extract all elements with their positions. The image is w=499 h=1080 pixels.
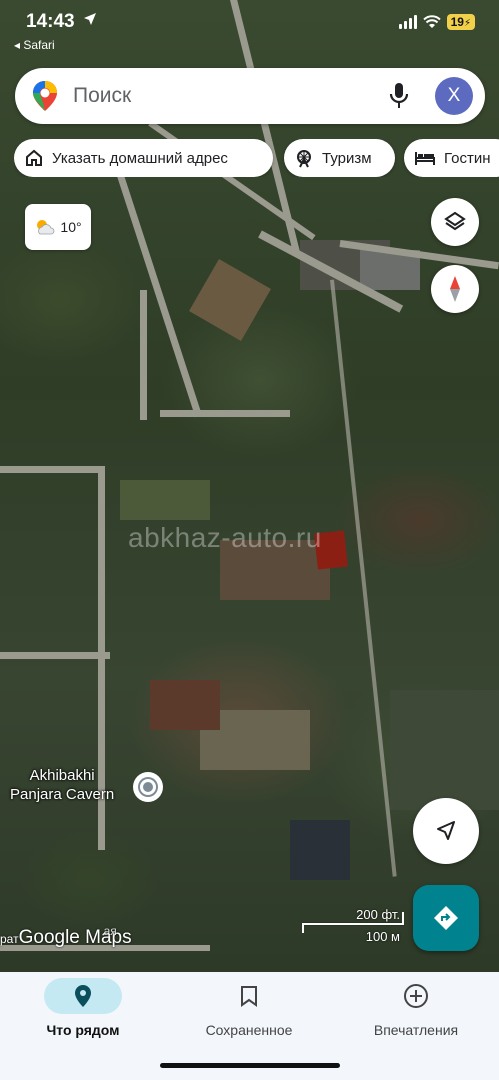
- layers-icon: [444, 211, 466, 231]
- chip-tourism[interactable]: Туризм: [284, 139, 395, 177]
- avatar[interactable]: X: [435, 77, 473, 115]
- location-arrow-icon: [83, 12, 97, 30]
- nav-label: Впечатления: [373, 1022, 459, 1038]
- nav-label: Сохраненное: [205, 1022, 293, 1038]
- bottom-navigation: Что рядом Сохраненное Впечатления: [0, 972, 499, 1080]
- battery-level: 19: [450, 15, 464, 29]
- status-icons: 19⚡: [398, 14, 475, 30]
- place-name-line2: Panjara Cavern: [10, 786, 115, 803]
- status-time: 14:43: [26, 11, 75, 32]
- category-chips: Указать домашний адрес Туризм Гостин: [14, 139, 499, 177]
- status-bar: 14:43 ◂ Safari 19⚡: [0, 0, 499, 56]
- weather-widget[interactable]: 10°: [25, 204, 91, 250]
- map-field: [189, 259, 271, 341]
- scale-metric: 100 м: [365, 929, 400, 944]
- compass-icon: [450, 276, 460, 302]
- chip-hotels[interactable]: Гостин: [404, 139, 499, 177]
- home-indicator: [160, 1063, 340, 1068]
- place-label[interactable]: Akhibakhi Panjara Cavern: [10, 766, 114, 804]
- directions-icon: [434, 906, 458, 930]
- map-field: [390, 690, 499, 810]
- google-maps-pin-icon: [33, 81, 57, 111]
- directions-button[interactable]: [413, 885, 479, 951]
- back-to-app-link[interactable]: ◂ Safari: [14, 38, 55, 52]
- location-pin-icon: [75, 985, 91, 1007]
- map-field: [150, 680, 220, 730]
- ferris-wheel-icon: [297, 150, 311, 168]
- nav-explore[interactable]: Что рядом: [0, 978, 166, 1038]
- map-road: [140, 290, 147, 420]
- add-circle-icon: [404, 984, 428, 1008]
- logo-suffix: ая: [103, 924, 117, 938]
- navigation-arrow-icon: [437, 821, 455, 840]
- compass-button[interactable]: [431, 265, 479, 313]
- my-location-button[interactable]: [413, 798, 479, 864]
- map-track: [330, 279, 397, 877]
- map-scale: 200 фт. 100 м: [302, 906, 404, 946]
- chip-set-home[interactable]: Указать домашний адрес: [14, 139, 273, 177]
- partly-cloudy-icon: [37, 220, 55, 235]
- search-bar[interactable]: Поиск X: [15, 68, 485, 124]
- bed-icon: [415, 152, 435, 165]
- home-icon: [26, 149, 42, 166]
- weather-temperature: 10°: [60, 219, 82, 235]
- microphone-icon[interactable]: [389, 82, 409, 110]
- map-building: [290, 820, 350, 880]
- nav-saved[interactable]: Сохраненное: [166, 978, 332, 1038]
- watermark: abkhaz-auto.ru: [128, 522, 322, 553]
- map-road: [160, 410, 290, 417]
- search-input[interactable]: Поиск: [73, 84, 131, 108]
- nav-contribute[interactable]: Впечатления: [333, 978, 499, 1038]
- battery-icon: 19⚡: [446, 14, 475, 30]
- layers-button[interactable]: [431, 198, 479, 246]
- map-road: [0, 466, 105, 473]
- map-field: [120, 480, 210, 520]
- map-road: [0, 652, 110, 659]
- cellular-signal-icon: [398, 15, 417, 29]
- google-maps-logo: ратGoogle Mapsая: [0, 924, 145, 949]
- place-pin-icon[interactable]: [133, 772, 163, 802]
- scale-imperial: 200 фт.: [356, 907, 400, 922]
- chip-label: Туризм: [322, 149, 372, 167]
- place-name-line1: Akhibakhi: [29, 767, 95, 784]
- chip-label: Указать домашний адрес: [52, 149, 228, 167]
- logo-prefix: рат: [0, 932, 19, 946]
- bookmark-icon: [241, 986, 257, 1007]
- nav-label: Что рядом: [46, 1022, 120, 1038]
- map-road: [115, 167, 203, 418]
- wifi-icon: [422, 15, 441, 29]
- chip-label: Гостин: [444, 149, 491, 167]
